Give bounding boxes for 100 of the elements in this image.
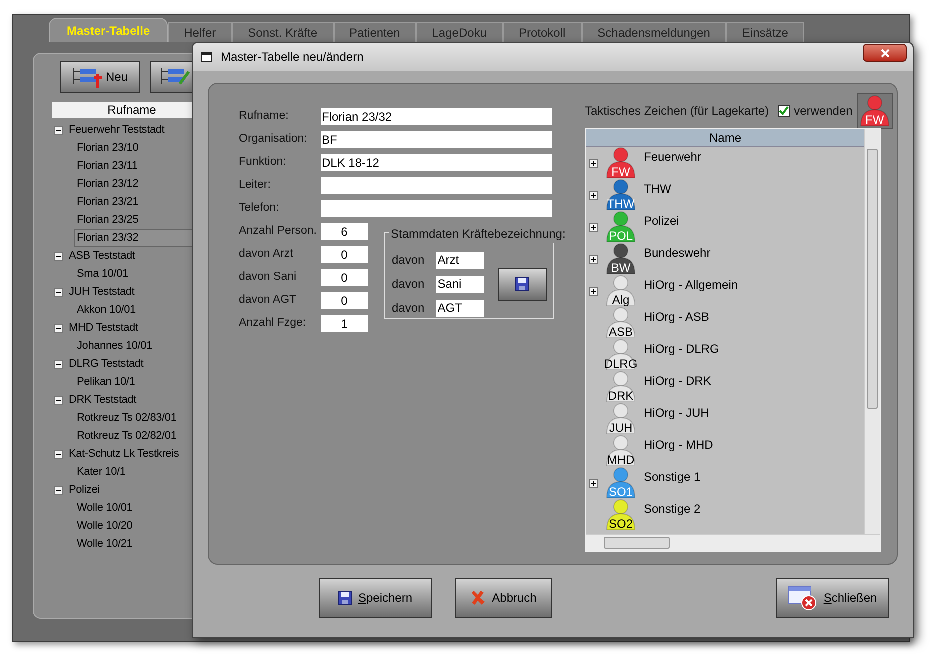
number-field[interactable]: 6 <box>321 223 368 240</box>
tree-item[interactable]: Florian 23/10 <box>74 138 142 158</box>
expand-icon[interactable] <box>589 158 598 168</box>
collapse-icon[interactable] <box>54 288 63 296</box>
number-field[interactable]: 0 <box>321 269 368 286</box>
tree-item[interactable]: Florian 23/21 <box>74 192 142 212</box>
item-label: Bundeswehr <box>644 245 711 262</box>
collapse-icon[interactable] <box>54 360 63 368</box>
text-field[interactable]: Arzt <box>436 252 484 268</box>
symbol-label: Alg <box>611 294 631 306</box>
list-item[interactable]: THW THW <box>586 179 865 211</box>
expand-icon[interactable] <box>589 254 598 264</box>
vertical-scrollbar[interactable] <box>864 129 880 535</box>
expand-icon[interactable] <box>589 478 598 488</box>
field-label: davon <box>392 300 425 317</box>
expand-icon[interactable] <box>589 286 598 296</box>
tree-group[interactable]: Feuerwehr Teststadt <box>69 122 165 138</box>
tree-group[interactable]: Kat-Schutz Lk Testkreis <box>69 446 180 462</box>
tree-item[interactable]: Wolle 10/21 <box>74 534 136 554</box>
tree-group[interactable]: DRK Teststadt <box>69 392 137 408</box>
text-field[interactable] <box>321 177 552 194</box>
cancel-button[interactable]: Abbruch <box>455 578 552 618</box>
item-label: HiOrg - DLRG <box>644 341 720 358</box>
field-label: Anzahl Fzge: <box>239 316 308 331</box>
close-icon <box>880 48 890 58</box>
item-label: HiOrg - DRK <box>644 373 712 390</box>
tree-item[interactable]: Kater 10/1 <box>74 462 129 482</box>
tree-group[interactable]: JUH Teststadt <box>69 284 135 300</box>
check-icon <box>779 106 790 116</box>
tree-group[interactable]: ASB Teststadt <box>69 248 136 264</box>
tab[interactable]: Schadensmeldungen <box>582 22 726 42</box>
list-item[interactable]: SO1 Sonstige 1 <box>586 467 865 499</box>
collapse-icon[interactable] <box>54 396 63 404</box>
field-label: Rufname: <box>239 108 290 124</box>
collapse-icon[interactable] <box>54 450 63 458</box>
list-item[interactable]: BW Bundeswehr <box>586 243 865 275</box>
number-field[interactable]: 0 <box>321 292 368 309</box>
expand-icon[interactable] <box>589 222 598 232</box>
number-field[interactable]: 1 <box>321 315 368 332</box>
save-button[interactable]: Speichern <box>319 578 432 618</box>
number-field[interactable]: 0 <box>321 246 368 263</box>
tree-item[interactable]: Florian 23/25 <box>74 210 142 230</box>
text-field[interactable]: DLK 18-12 <box>321 154 552 171</box>
item-label: THW <box>644 181 672 198</box>
tree-item[interactable]: Wolle 10/01 <box>74 498 136 518</box>
symbol-label: FW <box>864 114 886 126</box>
tab[interactable]: Sonst. Kräfte <box>232 22 334 42</box>
tree-item[interactable]: Florian 23/12 <box>74 174 142 194</box>
tree-item[interactable]: Florian 23/11 <box>74 156 141 176</box>
checkbox[interactable] <box>778 104 790 116</box>
list-item[interactable]: ASB HiOrg - ASB <box>586 307 865 339</box>
save-button[interactable] <box>498 268 547 300</box>
tree-group[interactable]: MHD Teststadt <box>69 320 138 336</box>
tab[interactable]: Helfer <box>168 22 232 42</box>
field-label: davon Sani <box>239 270 298 285</box>
tree-group[interactable]: Polizei <box>69 482 100 498</box>
column-header[interactable]: Name <box>586 129 865 147</box>
section-label: Taktisches Zeichen (für Lagekarte) <box>585 102 770 120</box>
tree-item[interactable]: Rotkreuz Ts 02/83/01 <box>74 408 180 428</box>
text-field[interactable]: BF <box>321 131 552 148</box>
symbol-label: DLRG <box>604 358 638 370</box>
text-field[interactable]: Sani <box>436 276 484 292</box>
tree-item[interactable]: Johannes 10/01 <box>74 336 156 356</box>
close-button[interactable] <box>863 44 907 62</box>
list-item[interactable]: MHD HiOrg - MHD <box>586 435 865 467</box>
collapse-icon[interactable] <box>54 324 63 332</box>
tab[interactable]: LageDoku <box>416 22 503 42</box>
list-item[interactable]: Alg HiOrg - Allgemein <box>586 275 865 307</box>
close-button[interactable]: Schließen <box>776 578 889 618</box>
edit-row-icon <box>160 66 190 88</box>
tree-group[interactable]: DLRG Teststadt <box>69 356 144 372</box>
text-field[interactable]: AGT <box>436 300 484 316</box>
list-item[interactable]: DLRG HiOrg - DLRG <box>586 339 865 371</box>
list-item[interactable]: FW Feuerwehr <box>586 147 865 179</box>
expand-icon[interactable] <box>589 190 598 200</box>
tree-item[interactable]: Wolle 10/20 <box>74 516 136 536</box>
tab[interactable]: Patienten <box>334 22 416 42</box>
list-item[interactable]: POL Polizei <box>586 211 865 243</box>
tree-item[interactable]: Rotkreuz Ts 02/82/01 <box>74 426 180 446</box>
collapse-icon[interactable] <box>54 252 63 260</box>
field-label: Anzahl Person. <box>239 224 318 239</box>
new-button[interactable]: Neu <box>60 61 140 93</box>
tab[interactable]: Protokoll <box>502 22 582 42</box>
text-field[interactable] <box>321 200 552 217</box>
collapse-icon[interactable] <box>54 486 63 494</box>
list-item[interactable]: JUH HiOrg - JUH <box>586 403 865 435</box>
list-item[interactable]: DRK HiOrg - DRK <box>586 371 865 403</box>
tab[interactable]: Einsätze <box>726 22 804 42</box>
window-title: Master-Tabelle neu/ändern <box>221 49 364 66</box>
item-label: HiOrg - ASB <box>644 309 710 326</box>
tree-item[interactable]: Akkon 10/01 <box>74 300 139 320</box>
collapse-icon[interactable] <box>54 126 63 134</box>
text-field[interactable]: Florian 23/32 <box>321 108 552 125</box>
horizontal-scrollbar[interactable] <box>586 534 880 551</box>
tree-item[interactable]: Pelikan 10/1 <box>74 372 138 392</box>
item-label: Feuerwehr <box>644 149 702 166</box>
window-close-icon <box>788 585 818 611</box>
item-label: HiOrg - MHD <box>644 437 714 454</box>
tree-item[interactable]: Sma 10/01 <box>74 264 132 284</box>
list-item[interactable]: SO2 Sonstige 2 <box>586 499 865 531</box>
